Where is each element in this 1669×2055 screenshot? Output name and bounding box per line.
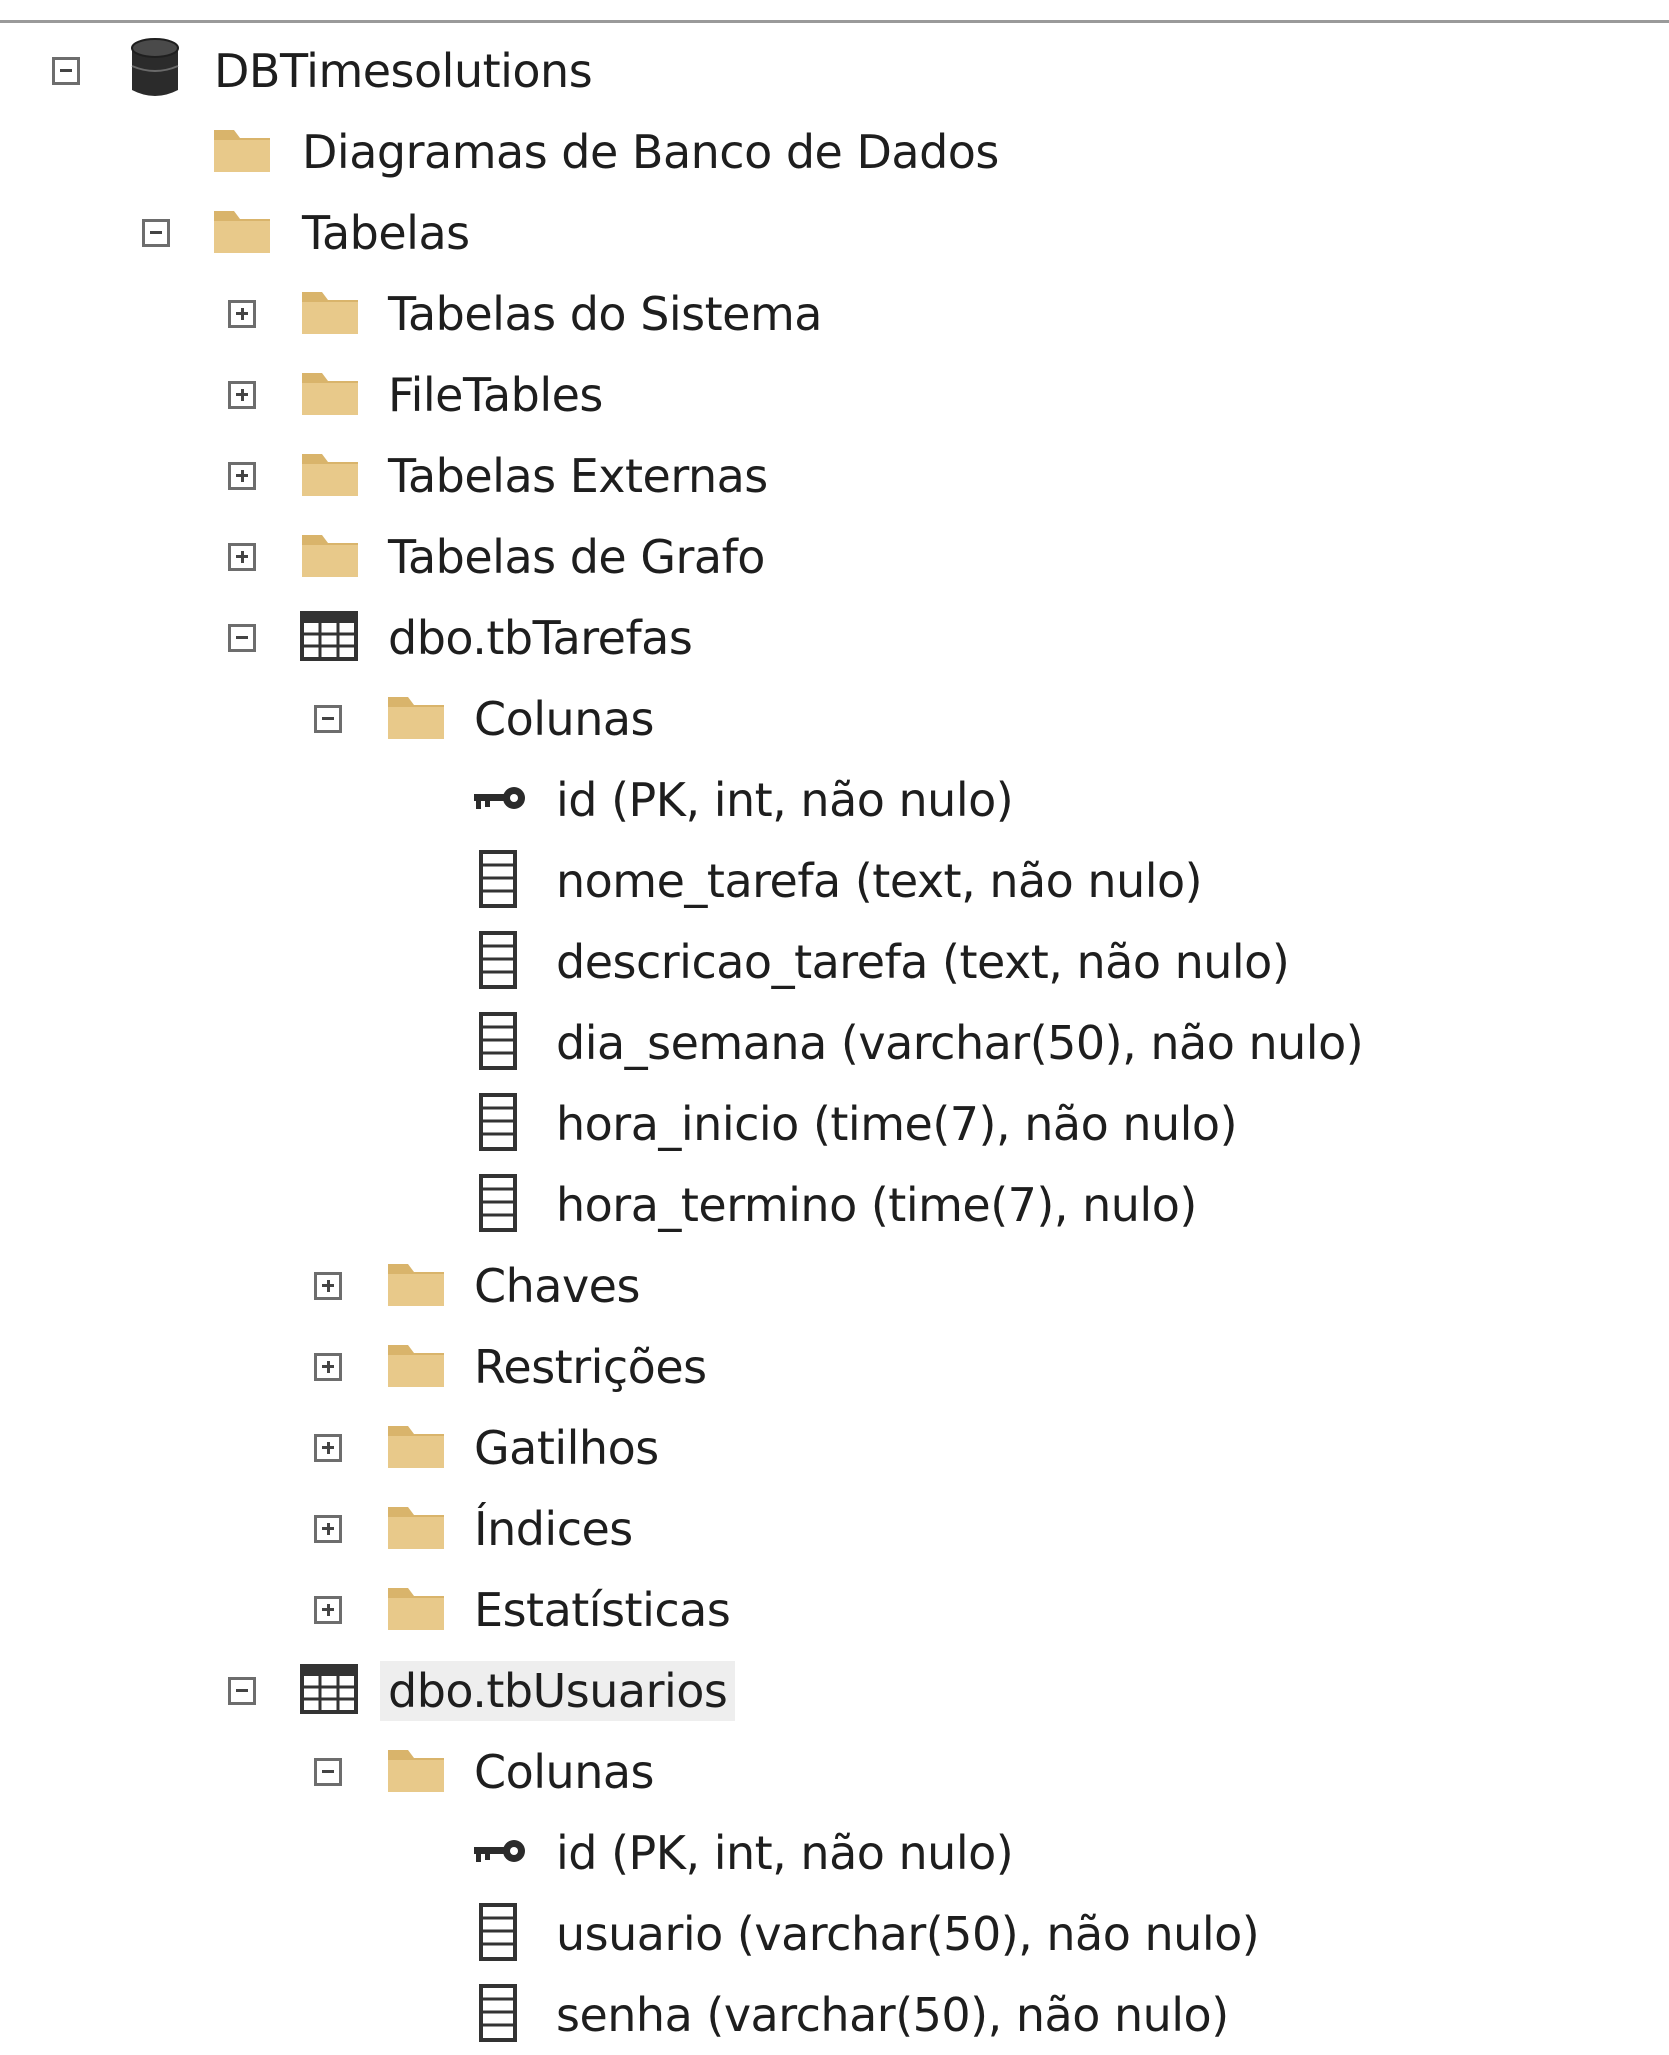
- tree-node-tabelas[interactable]: Tabelas: [0, 192, 1669, 273]
- folder-icon: [386, 1584, 446, 1636]
- expand-toggle[interactable]: [228, 299, 256, 328]
- column-icon: [478, 1983, 518, 2047]
- column-item[interactable]: id (PK, int, não nulo): [0, 759, 1669, 840]
- folder-icon: [386, 1746, 446, 1798]
- column-icon: [478, 1902, 518, 1966]
- collapse-toggle[interactable]: [228, 1676, 256, 1705]
- column-label: dia_semana (varchar(50), não nulo): [556, 1015, 1364, 1070]
- column-item[interactable]: dia_semana (varchar(50), não nulo): [0, 1002, 1669, 1083]
- tree-node-indices[interactable]: Índices: [0, 1488, 1669, 1569]
- node-label: FileTables: [388, 367, 603, 422]
- column-label: hora_inicio (time(7), não nulo): [556, 1096, 1238, 1151]
- folder-icon: [386, 693, 446, 745]
- object-explorer-tree: DBTimesolutions Diagramas de Banco de Da…: [0, 30, 1669, 2055]
- collapse-toggle[interactable]: [314, 704, 342, 733]
- folder-icon: [386, 1422, 446, 1474]
- expand-toggle[interactable]: [314, 1271, 342, 1300]
- folder-icon: [212, 207, 272, 259]
- column-item[interactable]: descricao_tarefa (text, não nulo): [0, 921, 1669, 1002]
- tree-node-tabelas-grafo[interactable]: Tabelas de Grafo: [0, 516, 1669, 597]
- node-label: dbo.tbTarefas: [388, 610, 693, 665]
- column-icon: [478, 1011, 518, 1075]
- folder-icon: [300, 288, 360, 340]
- node-label: Chaves: [474, 1258, 640, 1313]
- folder-icon: [386, 1341, 446, 1393]
- expand-toggle[interactable]: [314, 1352, 342, 1381]
- node-label: Diagramas de Banco de Dados: [302, 124, 999, 179]
- node-label: Colunas: [474, 691, 655, 746]
- node-label: Tabelas do Sistema: [388, 286, 822, 341]
- tree-node-tabelas-externas[interactable]: Tabelas Externas: [0, 435, 1669, 516]
- node-label: Restrições: [474, 1339, 707, 1394]
- tree-node-diagramas[interactable]: Diagramas de Banco de Dados: [0, 111, 1669, 192]
- column-label: hora_termino (time(7), nulo): [556, 1177, 1197, 1232]
- column-label: senha (varchar(50), não nulo): [556, 1987, 1229, 2042]
- folder-icon: [300, 531, 360, 583]
- column-icon: [478, 1173, 518, 1237]
- collapse-toggle[interactable]: [142, 218, 170, 247]
- column-label: descricao_tarefa (text, não nulo): [556, 934, 1290, 989]
- tree-node-estatisticas[interactable]: Estatísticas: [0, 1569, 1669, 1650]
- collapse-toggle[interactable]: [52, 56, 80, 85]
- tree-node-colunas[interactable]: Colunas: [0, 1731, 1669, 1812]
- table-icon: [300, 1663, 358, 1718]
- column-label: id (PK, int, não nulo): [556, 1825, 1014, 1880]
- folder-icon: [300, 369, 360, 421]
- key-icon: [470, 1836, 528, 1870]
- tree-node-restricoes[interactable]: Restrições: [0, 1326, 1669, 1407]
- column-icon: [478, 849, 518, 913]
- tree-node-gatilhos[interactable]: Gatilhos: [0, 1407, 1669, 1488]
- column-label: id (PK, int, não nulo): [556, 772, 1014, 827]
- tree-node-database[interactable]: DBTimesolutions: [0, 30, 1669, 111]
- column-item[interactable]: usuario (varchar(50), não nulo): [0, 1893, 1669, 1974]
- collapse-toggle[interactable]: [314, 1757, 342, 1786]
- column-item[interactable]: nome_tarefa (text, não nulo): [0, 840, 1669, 921]
- column-label: usuario (varchar(50), não nulo): [556, 1906, 1260, 1961]
- node-label: Colunas: [474, 1744, 655, 1799]
- column-item[interactable]: id (PK, int, não nulo): [0, 1812, 1669, 1893]
- database-icon: [128, 36, 182, 106]
- expand-toggle[interactable]: [228, 461, 256, 490]
- node-label: DBTimesolutions: [214, 43, 593, 98]
- folder-icon: [386, 1503, 446, 1555]
- node-label: Gatilhos: [474, 1420, 659, 1475]
- node-label: dbo.tbUsuarios: [380, 1660, 736, 1721]
- column-item[interactable]: senha (varchar(50), não nulo): [0, 1974, 1669, 2055]
- expand-toggle[interactable]: [314, 1595, 342, 1624]
- column-label: nome_tarefa (text, não nulo): [556, 853, 1203, 908]
- column-item[interactable]: hora_inicio (time(7), não nulo): [0, 1083, 1669, 1164]
- tree-node-filetables[interactable]: FileTables: [0, 354, 1669, 435]
- tree-node-tbusuarios[interactable]: dbo.tbUsuarios: [0, 1650, 1669, 1731]
- panel-top-border: [0, 20, 1669, 23]
- folder-icon: [386, 1260, 446, 1312]
- column-icon: [478, 930, 518, 994]
- table-icon: [300, 610, 358, 665]
- column-item[interactable]: hora_termino (time(7), nulo): [0, 1164, 1669, 1245]
- expand-toggle[interactable]: [314, 1433, 342, 1462]
- column-icon: [478, 1092, 518, 1156]
- node-label: Tabelas Externas: [388, 448, 768, 503]
- collapse-toggle[interactable]: [228, 623, 256, 652]
- key-icon: [470, 783, 528, 817]
- folder-icon: [212, 126, 272, 178]
- expand-toggle[interactable]: [314, 1514, 342, 1543]
- tree-node-tabelas-sistema[interactable]: Tabelas do Sistema: [0, 273, 1669, 354]
- node-label: Estatísticas: [474, 1582, 731, 1637]
- folder-icon: [300, 450, 360, 502]
- tree-node-colunas[interactable]: Colunas: [0, 678, 1669, 759]
- node-label: Tabelas de Grafo: [388, 529, 765, 584]
- tree-node-tbtarefas[interactable]: dbo.tbTarefas: [0, 597, 1669, 678]
- node-label: Índices: [474, 1501, 633, 1556]
- expand-toggle[interactable]: [228, 380, 256, 409]
- node-label: Tabelas: [302, 205, 470, 260]
- tree-node-chaves[interactable]: Chaves: [0, 1245, 1669, 1326]
- expand-toggle[interactable]: [228, 542, 256, 571]
